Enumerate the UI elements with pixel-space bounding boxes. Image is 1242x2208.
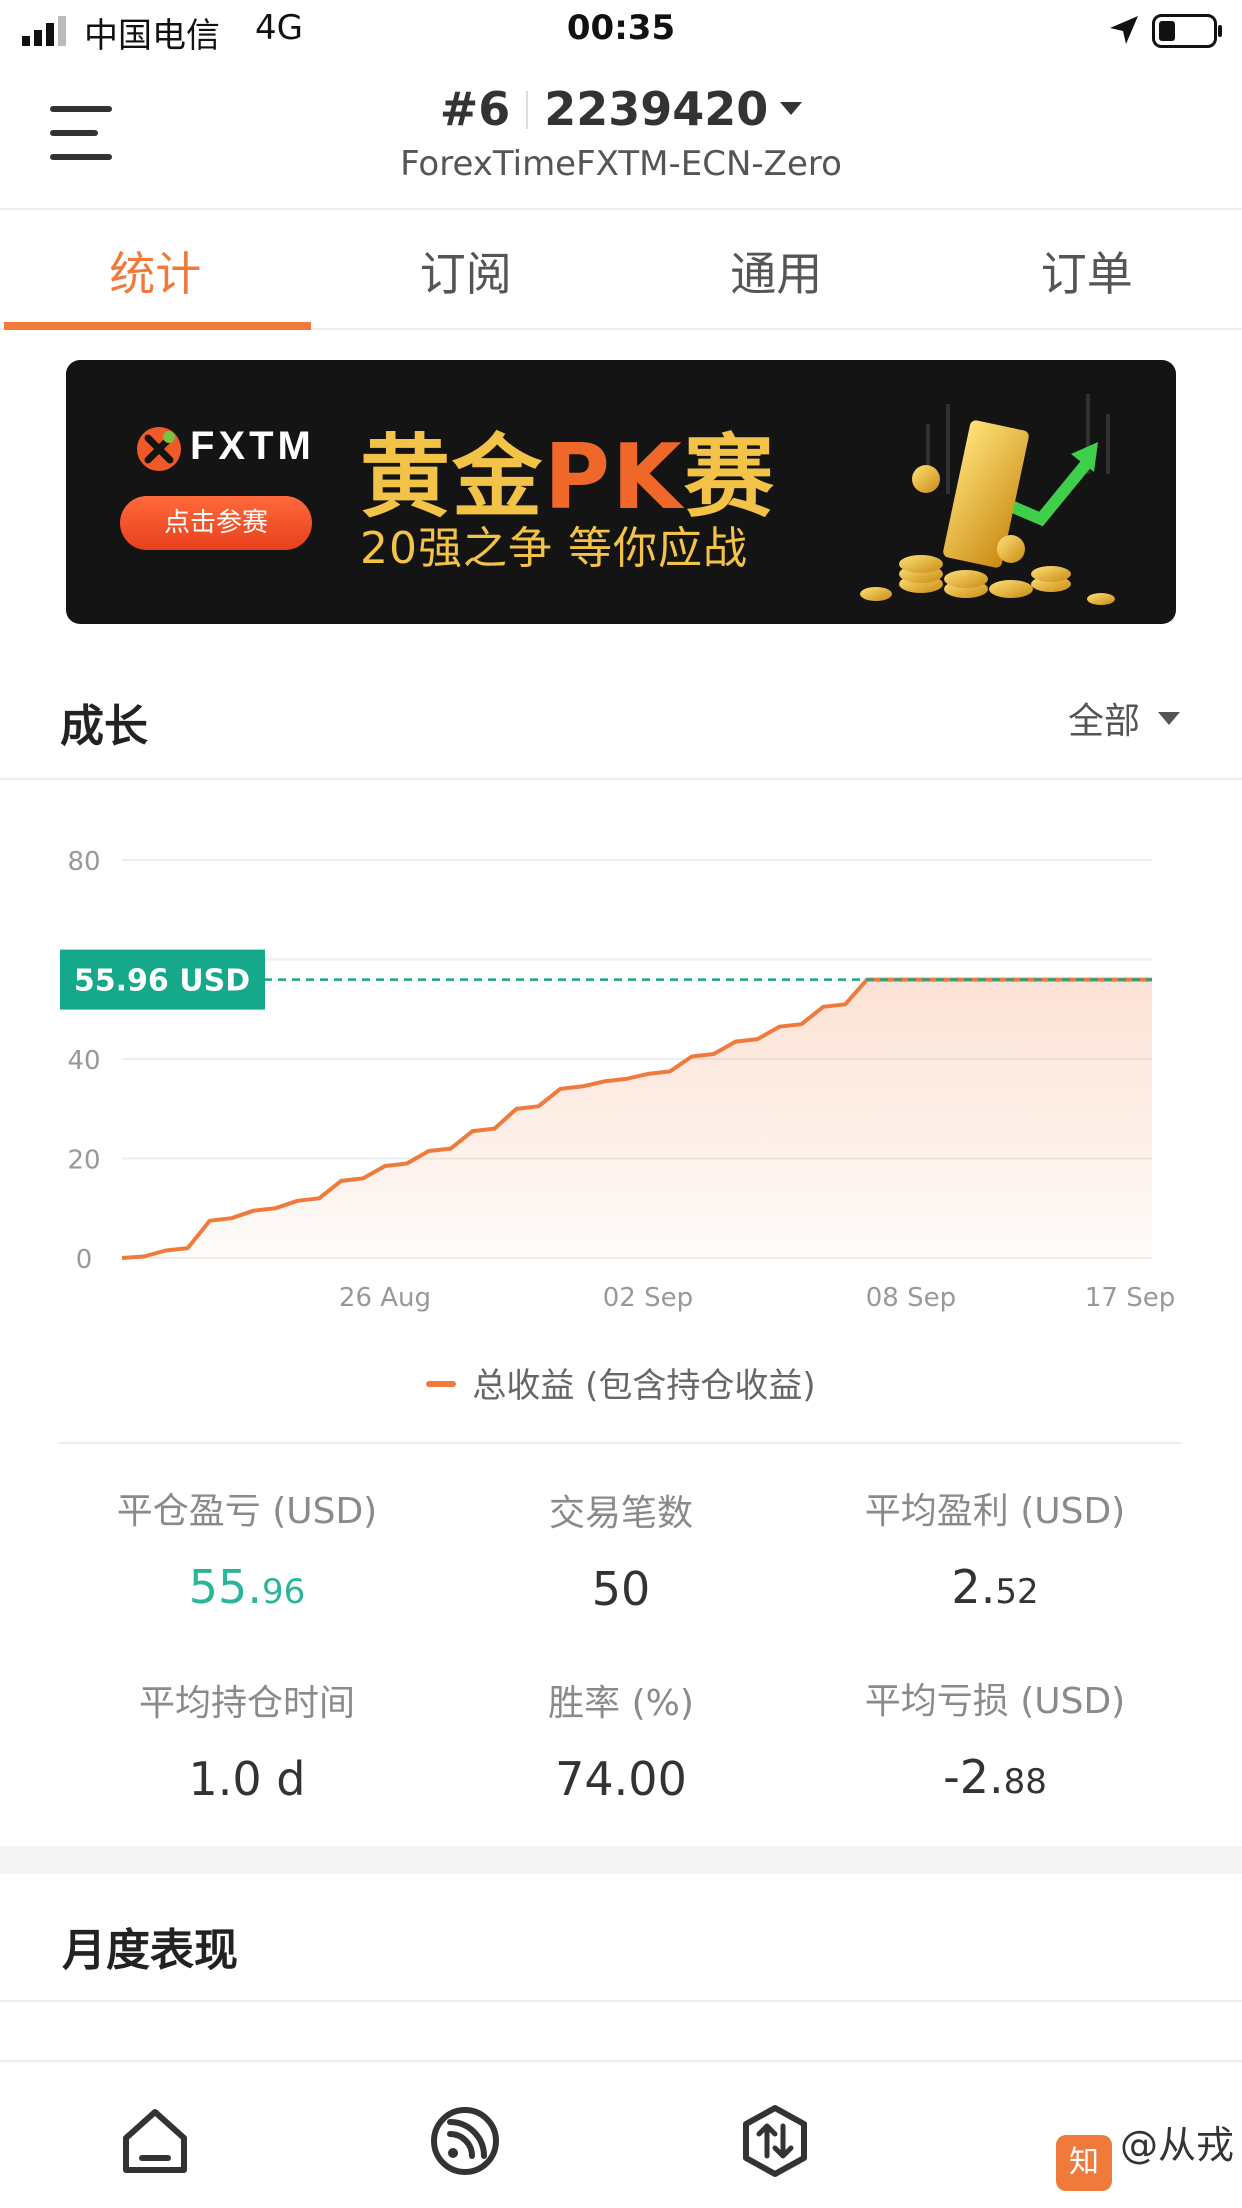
current-value-label: 55.96 USD — [74, 964, 250, 999]
tab-label: 统计 — [109, 247, 202, 301]
stat-label: 交易笔数 — [548, 1493, 693, 1534]
promo-banner[interactable]: FXTM 点击参赛 黄金PK赛 20强之争 等你应战 — [66, 360, 1176, 624]
y-tick-label: 80 — [67, 847, 100, 877]
server-name: ForexTimeFXTM-ECN-Zero — [400, 144, 842, 184]
stat-trade-count: 交易笔数 50 — [414, 1484, 828, 1616]
status-bar: 中国电信 4G 00:35 — [0, 0, 1242, 64]
gold-bars-illustration — [860, 394, 1115, 605]
series-area — [122, 979, 1152, 1258]
chevron-down-icon — [780, 102, 803, 115]
tab-label: 订阅 — [419, 247, 512, 301]
banner-subline: 20强之争 等你应战 — [360, 523, 748, 574]
stat-value-major: 1.0 d — [188, 1752, 306, 1806]
chevron-down-icon — [1158, 712, 1181, 725]
growth-section-title: 成长 — [60, 701, 148, 752]
watermark-logo-icon: 知 — [1056, 2135, 1112, 2191]
stat-value: 1.0 d — [40, 1752, 454, 1806]
x-tick-label: 08 Sep — [866, 1283, 956, 1313]
x-tick-label: 17 Sep — [1085, 1283, 1175, 1313]
tab-general[interactable]: 通用 — [621, 212, 932, 328]
stat-avg-loss: 平均亏损 (USD) -2.88 — [788, 1672, 1202, 1804]
watermark-text: @从戎 — [1120, 2123, 1235, 2167]
stat-label: 平均盈利 (USD) — [864, 1491, 1126, 1532]
x-tick-label: 02 Sep — [603, 1283, 693, 1313]
account-selector[interactable]: #6 2239420 — [0, 82, 1242, 136]
section-divider — [0, 778, 1242, 780]
battery-icon — [1152, 14, 1222, 48]
stat-closed-pnl: 平仓盈亏 (USD) 55.96 — [40, 1482, 454, 1614]
tab-bar: 统计 订阅 通用 订单 — [0, 212, 1242, 330]
bottom-nav: 知 @从戎 — [0, 2060, 1242, 2208]
monthly-section-title: 月度表现 — [62, 1925, 238, 1976]
stat-value-major: 2. — [951, 1560, 996, 1614]
legend-label: 总收益 (包含持仓收益) — [472, 1366, 816, 1406]
trade-icon[interactable] — [738, 2104, 812, 2178]
range-filter-dropdown[interactable]: 全部 — [1068, 692, 1181, 744]
stat-win-rate: 胜率 (%) 74.00 — [414, 1674, 828, 1806]
feed-icon[interactable] — [428, 2104, 502, 2178]
section-divider — [0, 2000, 1242, 2002]
join-contest-button[interactable]: 点击参赛 — [120, 496, 312, 550]
stat-value-minor: 52 — [995, 1572, 1039, 1612]
tab-subscribe[interactable]: 订阅 — [311, 212, 622, 328]
brand-name: FXTM — [190, 424, 315, 468]
stat-value-major: 74.00 — [555, 1752, 687, 1806]
clock: 00:35 — [566, 8, 676, 48]
filter-label: 全部 — [1068, 701, 1141, 742]
fxtm-logo-icon — [137, 427, 181, 471]
y-tick-label: 20 — [67, 1146, 100, 1176]
chart-legend[interactable]: 总收益 (包含持仓收益) — [0, 1358, 1242, 1407]
stat-avg-profit: 平均盈利 (USD) 2.52 — [788, 1482, 1202, 1614]
stat-label: 平仓盈亏 (USD) — [116, 1491, 378, 1532]
stat-label: 胜率 (%) — [548, 1683, 694, 1724]
account-rank: #6 — [439, 82, 511, 136]
home-icon[interactable] — [118, 2104, 192, 2178]
account-header: #6 2239420 ForexTimeFXTM-ECN-Zero — [0, 64, 1242, 210]
location-arrow-icon — [1110, 16, 1138, 44]
tab-statistics[interactable]: 统计 — [0, 212, 311, 330]
stat-value: 2.52 — [788, 1560, 1202, 1614]
growth-chart[interactable]: 0 20 40 80 26 Aug 02 Sep 08 Sep 17 Sep 55.96 USD — [0, 820, 1242, 1320]
account-number: 2239420 — [544, 82, 769, 136]
y-tick-label: 0 — [76, 1245, 93, 1275]
stat-value: 74.00 — [414, 1752, 828, 1806]
section-separator — [0, 1846, 1242, 1874]
tab-label: 订单 — [1040, 247, 1133, 301]
profile-icon[interactable]: 知 @从戎 — [1056, 2114, 1234, 2191]
stat-value: 50 — [414, 1562, 828, 1616]
stat-value-major: 55. — [188, 1560, 262, 1614]
active-tab-indicator — [4, 322, 311, 330]
stat-avg-hold-time: 平均持仓时间 1.0 d — [40, 1674, 454, 1806]
stat-label: 平均持仓时间 — [138, 1683, 355, 1724]
stat-value: 55.96 — [40, 1560, 454, 1614]
section-divider — [58, 1442, 1182, 1444]
stat-value-minor: 96 — [261, 1572, 306, 1612]
stat-label: 平均亏损 (USD) — [864, 1681, 1126, 1722]
y-tick-label: 40 — [67, 1046, 100, 1076]
tab-orders[interactable]: 订单 — [932, 212, 1242, 328]
legend-swatch — [426, 1381, 457, 1387]
x-tick-label: 26 Aug — [339, 1283, 431, 1313]
stat-value: -2.88 — [788, 1750, 1202, 1804]
stat-value-major: -2. — [943, 1750, 1004, 1804]
stat-value-major: 50 — [591, 1562, 651, 1616]
stat-value-minor: 88 — [1003, 1762, 1047, 1802]
tab-label: 通用 — [730, 247, 823, 301]
